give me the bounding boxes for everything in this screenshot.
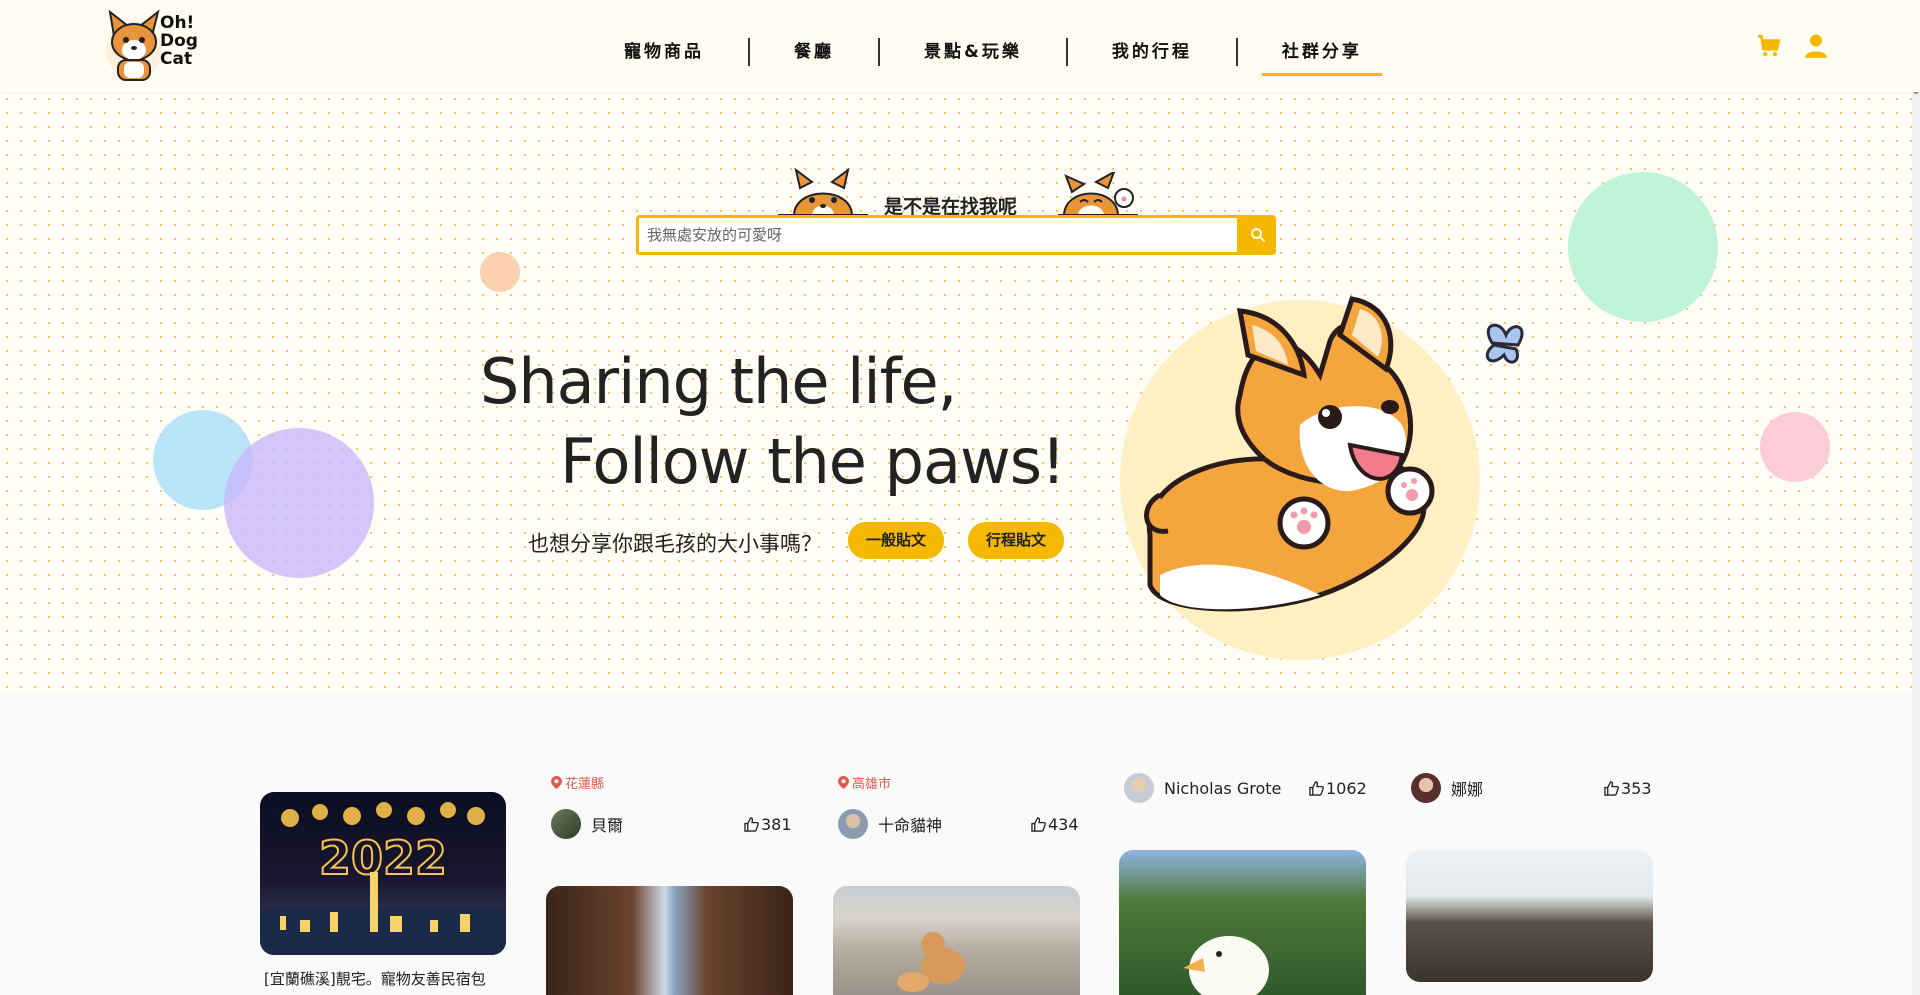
post-thumbnail-rocks[interactable] [1406,850,1653,982]
author-name: 娜娜 [1451,780,1484,799]
general-post-button[interactable]: 一般貼文 [848,522,945,559]
post-likes[interactable]: 434 [1031,815,1079,834]
post-thumbnail-duck[interactable] [1119,850,1366,995]
logo-line-3: Cat [160,49,193,69]
fireworks-2022-image: 2022 [260,802,506,955]
nav-pet-products[interactable]: 寵物商品 [580,38,748,66]
decor-circle-purple [224,428,374,578]
search-input[interactable] [636,215,1240,255]
itinerary-post-button[interactable]: 行程貼文 [968,522,1065,559]
svg-text:2022: 2022 [319,831,447,885]
nav-restaurants[interactable]: 餐廳 [750,38,878,66]
nav-my-itinerary[interactable]: 我的行程 [1068,38,1236,66]
author-name: 十命貓神 [878,816,943,835]
avatar [1124,773,1154,803]
thumbs-up-icon [1604,781,1619,796]
thumbs-up-icon [1309,781,1324,796]
location-pin-icon [551,776,562,789]
post-author[interactable]: 十命貓神 [838,809,942,839]
post-location-text: 高雄市 [852,777,892,792]
peeking-corgi-icon [778,168,868,216]
post-location: 花蓮縣 [551,773,604,792]
decor-circle-pink [1760,412,1830,482]
avatar [838,809,868,839]
logo-text: Oh! Dog Cat [160,14,198,68]
post-location: 高雄市 [838,773,891,792]
post-likes[interactable]: 1062 [1309,779,1367,798]
post-author[interactable]: 娜娜 [1411,773,1483,803]
author-name: Nicholas Grote [1164,778,1282,798]
post-likes[interactable]: 381 [744,815,792,834]
corgi-illustration [1144,296,1524,612]
shiba-photo [897,932,965,992]
decor-circle-peach [480,252,520,292]
nav-attractions[interactable]: 景點&玩樂 [880,38,1066,66]
hero-title-line2: Follow the paws! [560,425,1066,498]
post-thumbnail[interactable]: 2022 [260,792,506,955]
butterfly-icon [1485,323,1524,364]
hero-subtitle: 也想分享你跟毛孩的大小事嗎？ [528,532,822,556]
post-author[interactable]: Nicholas Grote [1124,773,1281,803]
post-thumbnail-cave[interactable] [546,886,793,995]
location-pin-icon [838,776,849,789]
user-icon[interactable] [1803,33,1829,59]
cart-icon[interactable] [1756,33,1782,59]
scrollbar[interactable] [1912,0,1920,995]
duck-photo [1183,936,1269,995]
likes-count: 434 [1048,815,1079,834]
logo-line-1: Oh! [160,13,195,33]
hero-section [0,92,1920,692]
main-nav: 寵物商品 餐廳 景點&玩樂 我的行程 社群分享 [580,38,1406,76]
author-name: 貝爾 [591,816,624,835]
avatar [551,809,581,839]
decor-circle-mint [1568,172,1718,322]
likes-count: 353 [1621,779,1652,798]
post-caption[interactable]: [宜蘭礁溪]靚宅。寵物友善民宿包 [264,968,486,989]
likes-count: 381 [761,815,792,834]
likes-count: 1062 [1326,779,1367,798]
search-icon [1251,228,1266,243]
thumbs-up-icon [744,817,759,832]
hero-title-line1: Sharing the life, [480,345,957,418]
nav-community[interactable]: 社群分享 [1238,38,1406,76]
search-bar [636,215,1276,255]
peeking-corgi-waving-icon [1058,172,1138,216]
avatar [1411,773,1441,803]
post-thumbnail-shiba[interactable] [833,886,1080,995]
post-location-text: 花蓮縣 [565,777,605,792]
logo-line-2: Dog [160,31,198,51]
site-header: Oh! Dog Cat 寵物商品 餐廳 景點&玩樂 我的行程 社群分享 [0,0,1920,92]
search-button[interactable] [1240,215,1276,255]
post-likes[interactable]: 353 [1604,779,1652,798]
post-author[interactable]: 貝爾 [551,809,623,839]
thumbs-up-icon [1031,817,1046,832]
